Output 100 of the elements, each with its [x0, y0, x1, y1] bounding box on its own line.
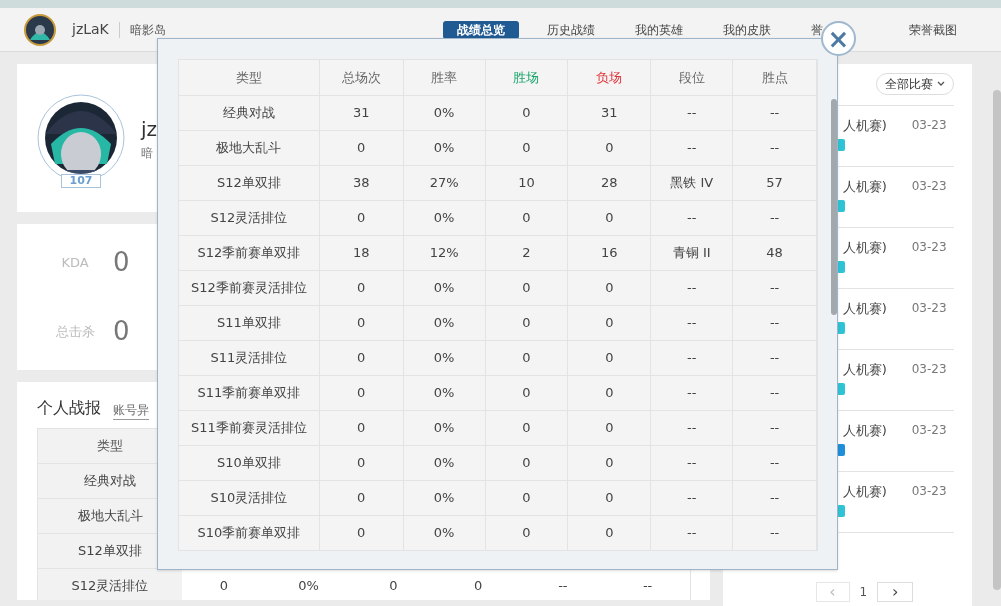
table-cell: 2 — [485, 236, 569, 270]
table-cell: -- — [733, 271, 818, 305]
table-cell: S12单双排 — [179, 166, 320, 200]
table-cell: 27% — [403, 166, 486, 200]
avatar-icon[interactable] — [24, 13, 56, 46]
section-title: 个人战报 — [37, 397, 101, 419]
table-cell: 0 — [568, 201, 652, 235]
table-cell: 0 — [485, 481, 569, 515]
table-cell: S10季前赛单双排 — [179, 516, 320, 550]
page-number[interactable]: 1 — [859, 583, 868, 601]
tab[interactable]: 荣誉截图 — [889, 20, 977, 39]
table-cell: S12季前赛单双排 — [179, 236, 320, 270]
table-cell-text: -- — [641, 577, 654, 596]
table-cell: 0% — [403, 446, 486, 480]
column-header: 段位 — [651, 60, 734, 95]
table-cell: 0 — [485, 341, 569, 375]
table-cell-text: 0 — [473, 577, 484, 596]
match-date: 03-23 — [911, 239, 947, 256]
match-mode: 人机赛) — [842, 178, 887, 196]
match-mode: 人机赛) — [842, 117, 887, 135]
match-date: 03-23 — [911, 483, 947, 500]
level-badge: 107 — [61, 174, 101, 188]
table-cell: 31 — [319, 96, 404, 130]
table-cell: 0 — [485, 376, 569, 410]
match-date: 03-23 — [911, 422, 947, 439]
column-header: 类型 — [179, 60, 320, 95]
table-cell-text: 0% — [297, 577, 320, 596]
table-cell: 0 — [568, 341, 652, 375]
table-cell: -- — [651, 411, 734, 445]
match-date: 03-23 — [911, 361, 947, 378]
table-cell: 0 — [319, 131, 404, 165]
table-cell: 18 — [319, 236, 404, 270]
table-cell: 0 — [485, 96, 569, 130]
table-cell: 57 — [733, 166, 818, 200]
server-name: 暗 — [141, 145, 154, 162]
table-cell: 0% — [403, 131, 486, 165]
table-cell: 0% — [403, 411, 486, 445]
table-cell: 0 — [319, 481, 404, 515]
table-cell: 31 — [568, 96, 652, 130]
table-cell: 48 — [733, 236, 818, 270]
table-cell: 0 — [568, 306, 652, 340]
table-cell: S11季前赛灵活排位 — [179, 411, 320, 445]
table-cell: -- — [651, 131, 734, 165]
column-header: 胜点 — [733, 60, 818, 95]
table-cell: S12灵活排位 — [38, 569, 182, 600]
match-date: 03-23 — [911, 117, 947, 134]
column-header: 负场 — [568, 60, 652, 95]
tab[interactable]: 我的皮肤 — [703, 20, 791, 39]
table-cell: -- — [733, 96, 818, 130]
table-cell: 经典对战 — [179, 96, 320, 130]
table-cell: 0 — [485, 131, 569, 165]
table-cell: -- — [651, 516, 734, 550]
table-cell: -- — [651, 341, 734, 375]
table-cell: 0% — [403, 271, 486, 305]
table-cell: 0% — [403, 516, 486, 550]
table-cell: 0% — [403, 376, 486, 410]
tab[interactable]: 我的英雄 — [615, 20, 703, 39]
table-cell: -- — [733, 376, 818, 410]
table-cell: S10灵活排位 — [179, 481, 320, 515]
link[interactable]: 账号异 — [113, 401, 149, 420]
table-cell-text: 0 — [218, 577, 230, 596]
match-date: 03-23 — [911, 300, 947, 317]
table-cell: 28 — [568, 166, 652, 200]
table-cell: -- — [733, 516, 818, 550]
table-cell: 0 — [319, 341, 404, 375]
server-name: 暗影岛 — [129, 21, 166, 39]
table-cell: 0 — [319, 376, 404, 410]
table-cell: 0 — [568, 411, 652, 445]
table-cell: 0 — [319, 306, 404, 340]
table-cell: -- — [651, 481, 734, 515]
scrollbar[interactable] — [993, 90, 1001, 590]
table-cell: S10单双排 — [179, 446, 320, 480]
table-cell: S12灵活排位 — [179, 201, 320, 235]
match-mode: 人机赛) — [842, 239, 887, 257]
tab[interactable]: 战绩总览 — [443, 20, 519, 39]
match-mode: 人机赛) — [842, 361, 887, 379]
table-cell: 0 — [485, 446, 569, 480]
match-date: 03-23 — [911, 178, 947, 195]
player-name: jz — [141, 116, 158, 143]
scrollbar-thumb[interactable] — [831, 99, 837, 315]
table-cell: 0 — [485, 271, 569, 305]
table-cell: 0 — [319, 446, 404, 480]
table-cell: 0 — [485, 411, 569, 445]
next-page-button[interactable]: › — [877, 582, 914, 602]
match-mode: 人机赛) — [842, 422, 887, 440]
column-header: 类型 — [96, 437, 124, 456]
table-cell: -- — [651, 306, 734, 340]
table-cell: S11单双排 — [179, 306, 320, 340]
tab[interactable]: 历史战绩 — [527, 20, 615, 39]
table-cell: 0 — [319, 516, 404, 550]
table-cell: 12% — [403, 236, 486, 270]
table-cell: 0% — [403, 481, 486, 515]
table-cell: 10 — [485, 166, 569, 200]
table-cell: 16 — [568, 236, 652, 270]
table-cell: S11季前赛单双排 — [179, 376, 320, 410]
caret-icon — [937, 81, 945, 87]
stat-label: 总击杀 — [54, 322, 96, 341]
column-header: 总场次 — [319, 60, 404, 95]
table-cell: 0% — [403, 96, 486, 130]
table-cell: 0% — [403, 306, 486, 340]
